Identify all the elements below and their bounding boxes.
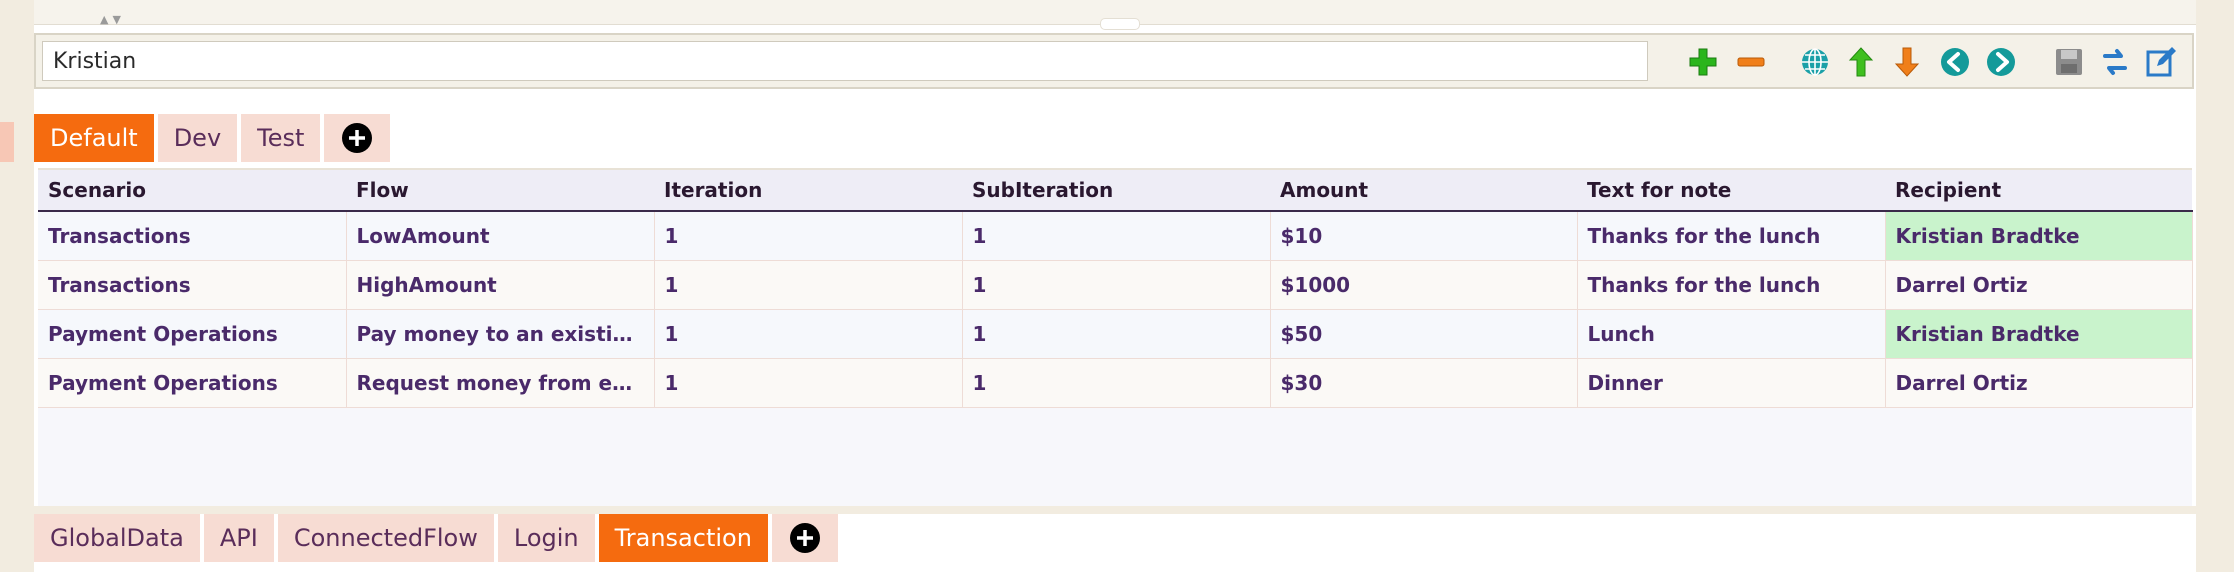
- table-cell[interactable]: HighAmount: [346, 260, 655, 310]
- table-cell-highlighted[interactable]: Kristian Bradtke: [1885, 211, 2193, 261]
- table-cell[interactable]: Payment Operations: [38, 309, 347, 359]
- collapse-arrows-icon[interactable]: ▲▼: [100, 13, 125, 26]
- table-cell[interactable]: 1: [654, 211, 963, 261]
- table-cell-highlighted[interactable]: Kristian Bradtke: [1885, 309, 2193, 359]
- search-input[interactable]: [42, 41, 1648, 81]
- table-row[interactable]: Payment Operations Request money from ex…: [38, 358, 2193, 408]
- table-cell[interactable]: 1: [962, 358, 1271, 408]
- tab-marker: [0, 122, 14, 162]
- column-header-amount[interactable]: Amount: [1270, 170, 1577, 212]
- column-header-scenario[interactable]: Scenario: [38, 170, 346, 212]
- column-header-recipient[interactable]: Recipient: [1885, 170, 2192, 212]
- table-cell[interactable]: Transactions: [38, 211, 347, 261]
- add-sheet-icon[interactable]: [771, 514, 838, 562]
- table-cell[interactable]: 1: [654, 309, 963, 359]
- add-row-icon[interactable]: [1686, 45, 1720, 79]
- tab-login[interactable]: Login: [497, 514, 595, 562]
- tab-api[interactable]: API: [203, 514, 274, 562]
- environment-tabs: Default Dev Test: [34, 114, 391, 162]
- table-row[interactable]: Transactions LowAmount 1 1 $10 Thanks fo…: [38, 211, 2193, 261]
- table-cell[interactable]: Thanks for the lunch: [1577, 260, 1886, 310]
- table-cell[interactable]: Pay money to an existing c...: [346, 309, 655, 359]
- table-cell[interactable]: Darrel Ortiz: [1885, 358, 2193, 408]
- table-cell[interactable]: 1: [962, 211, 1271, 261]
- edit-icon[interactable]: [2144, 45, 2178, 79]
- tab-dev[interactable]: Dev: [157, 114, 238, 162]
- table-cell[interactable]: $1000: [1270, 260, 1578, 310]
- table-cell[interactable]: 1: [962, 309, 1271, 359]
- arrow-right-icon[interactable]: [1984, 45, 2018, 79]
- main-panel: ▲▼ Kristian Default Dev Test Scenario Fl…: [0, 0, 2196, 572]
- globe-icon[interactable]: [1798, 45, 1832, 79]
- data-grid: Scenario Flow Iteration SubIteration Amo…: [38, 168, 2193, 508]
- table-cell[interactable]: 1: [962, 260, 1271, 310]
- tab-globaldata[interactable]: GlobalData: [34, 514, 200, 562]
- table-cell[interactable]: Thanks for the lunch: [1577, 211, 1886, 261]
- tab-default[interactable]: Default: [34, 114, 154, 162]
- sheet-tabs: GlobalData API ConnectedFlow Login Trans…: [34, 514, 838, 562]
- column-header-iteration[interactable]: Iteration: [654, 170, 962, 212]
- add-environment-icon[interactable]: [324, 114, 391, 162]
- arrow-up-icon[interactable]: [1844, 45, 1878, 79]
- search-toolbar: [34, 33, 2194, 89]
- save-icon[interactable]: [2052, 45, 2086, 79]
- tab-test[interactable]: Test: [241, 114, 321, 162]
- table-cell[interactable]: 1: [654, 358, 963, 408]
- splitter-handle[interactable]: [1100, 18, 1140, 30]
- table-cell[interactable]: Transactions: [38, 260, 347, 310]
- top-splitter-band: ▲▼: [34, 0, 2196, 30]
- column-header-text-for-note[interactable]: Text for note: [1577, 170, 1885, 212]
- table-header-row: Scenario Flow Iteration SubIteration Amo…: [38, 170, 2192, 212]
- column-header-flow[interactable]: Flow: [346, 170, 654, 212]
- arrow-down-icon[interactable]: [1890, 45, 1924, 79]
- remove-row-icon[interactable]: [1734, 45, 1768, 79]
- table-cell[interactable]: Request money from existi...: [346, 358, 655, 408]
- table-cell[interactable]: $30: [1270, 358, 1578, 408]
- data-table: Scenario Flow Iteration SubIteration Amo…: [38, 170, 2193, 408]
- table-cell[interactable]: Payment Operations: [38, 358, 347, 408]
- refresh-icon[interactable]: [2098, 45, 2132, 79]
- bottom-divider: [34, 506, 2196, 514]
- arrow-left-icon[interactable]: [1938, 45, 1972, 79]
- table-cell[interactable]: $10: [1270, 211, 1578, 261]
- tab-connectedflow[interactable]: ConnectedFlow: [277, 514, 494, 562]
- table-cell[interactable]: Lunch: [1577, 309, 1886, 359]
- table-row[interactable]: Payment Operations Pay money to an exist…: [38, 309, 2193, 359]
- table-cell[interactable]: Darrel Ortiz: [1885, 260, 2193, 310]
- tab-transaction[interactable]: Transaction: [598, 514, 768, 562]
- table-cell[interactable]: Dinner: [1577, 358, 1886, 408]
- table-cell[interactable]: 1: [654, 260, 963, 310]
- table-cell[interactable]: $50: [1270, 309, 1578, 359]
- column-header-subiteration[interactable]: SubIteration: [962, 170, 1270, 212]
- table-row[interactable]: Transactions HighAmount 1 1 $1000 Thanks…: [38, 260, 2193, 310]
- table-cell[interactable]: LowAmount: [346, 211, 655, 261]
